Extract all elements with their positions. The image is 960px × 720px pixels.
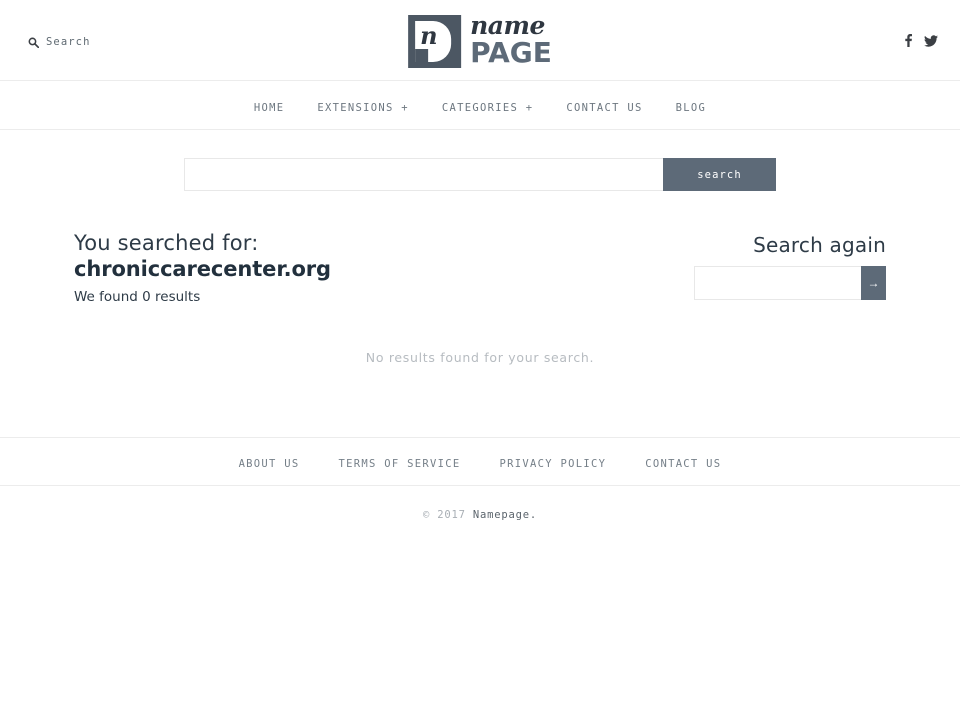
search-again-submit-button[interactable]: →	[861, 266, 886, 300]
copyright-year: © 2017	[423, 509, 473, 521]
search-icon	[28, 37, 39, 48]
search-again-block: Search again →	[694, 233, 886, 300]
facebook-icon[interactable]	[902, 34, 913, 47]
main-search-button[interactable]: search	[663, 158, 776, 191]
logo-wordmark: name PAGE	[470, 13, 552, 69]
logo-script-word: name	[470, 11, 545, 40]
footer-item-terms-of-service[interactable]: TERMS OF SERVICE	[339, 452, 461, 471]
site-header: Search n name PAGE	[0, 0, 960, 81]
results-count: We found 0 results	[74, 289, 201, 305]
copyright: © 2017 Namepage.	[0, 509, 960, 521]
nav-item-contact-us[interactable]: CONTACT US	[566, 96, 642, 115]
nav-link-blog[interactable]: BLOG	[676, 102, 707, 114]
search-again-heading: Search again	[753, 233, 886, 257]
searched-for-lead: You searched for:	[74, 231, 259, 255]
nav-link-extensions[interactable]: EXTENSIONS +	[317, 102, 408, 114]
social-links	[902, 34, 938, 47]
footer-link-contact-us[interactable]: CONTACT US	[645, 458, 721, 470]
nav-item-categories[interactable]: CATEGORIES +	[442, 96, 533, 115]
footer-link-terms-of-service[interactable]: TERMS OF SERVICE	[339, 458, 461, 470]
footer-item-about-us[interactable]: ABOUT US	[239, 452, 300, 471]
nav-link-home[interactable]: HOME	[254, 102, 285, 114]
main-search-input[interactable]	[184, 158, 663, 191]
nav-item-extensions[interactable]: EXTENSIONS +	[317, 96, 408, 115]
no-results-message: No results found for your search.	[365, 349, 595, 365]
header-search-label: Search	[46, 36, 91, 48]
nav-item-home[interactable]: HOME	[254, 96, 285, 115]
logo-mark-letter: n	[420, 20, 438, 50]
site-logo[interactable]: n name PAGE	[408, 13, 552, 69]
nav-item-blog[interactable]: BLOG	[676, 96, 707, 115]
footer-item-contact-us[interactable]: CONTACT US	[645, 452, 721, 471]
results-header: You searched for: chroniccarecenter.org …	[0, 191, 960, 305]
nav-link-categories[interactable]: CATEGORIES +	[442, 102, 533, 114]
page-root: Search n name PAGE HOME EXTENSIONS + CAT…	[0, 0, 960, 720]
main-search-section: search	[0, 130, 960, 191]
header-search-toggle[interactable]: Search	[28, 36, 91, 48]
footer-item-privacy-policy[interactable]: PRIVACY POLICY	[500, 452, 607, 471]
searched-for-block: You searched for: chroniccarecenter.org …	[74, 233, 331, 305]
footer-nav: ABOUT US TERMS OF SERVICE PRIVACY POLICY…	[0, 437, 960, 486]
main-nav: HOME EXTENSIONS + CATEGORIES + CONTACT U…	[0, 81, 960, 130]
footer-link-privacy-policy[interactable]: PRIVACY POLICY	[500, 458, 607, 470]
search-again-input[interactable]	[694, 266, 861, 300]
logo-mark-icon: n	[408, 14, 462, 68]
footer-link-about-us[interactable]: ABOUT US	[239, 458, 300, 470]
copyright-brand: Namepage.	[472, 509, 537, 521]
main-search-form: search	[184, 158, 776, 191]
nav-link-contact-us[interactable]: CONTACT US	[566, 102, 642, 114]
twitter-icon[interactable]	[924, 34, 938, 47]
searched-for-term: chroniccarecenter.org	[74, 257, 331, 281]
search-again-form: →	[694, 266, 886, 300]
logo-bold-word: PAGE	[470, 36, 552, 69]
